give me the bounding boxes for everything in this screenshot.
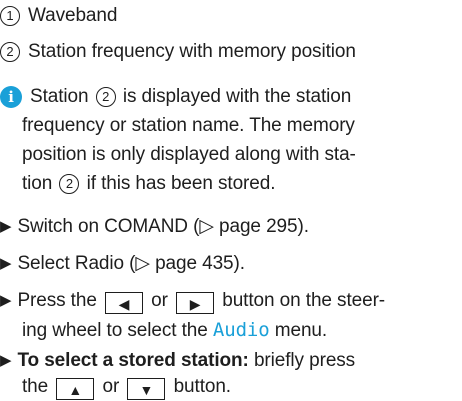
step-text: Switch on COMAND (▷ page 295). [17,216,309,237]
right-button-icon: ▶ [176,292,215,314]
legend-item-2: 2 Station frequency with memory position [0,38,356,66]
step-arrow-icon: ▶ [0,255,12,272]
step-stored-station: ▶ To select a stored station: briefly pre… [0,347,355,375]
note-line-4: tion 2 if this has been stored. [22,173,276,194]
note-line-3: position is only displayed along with st… [22,144,356,165]
up-button-icon: ▲ [56,378,95,400]
legend-text-2: Station frequency with memory position [28,41,356,62]
left-button-icon: ◀ [104,292,143,314]
down-button-icon: ▼ [127,378,166,400]
step-switch-on: ▶ Switch on COMAND (▷ page 295). [0,213,309,241]
marker-2-icon: 2 [59,174,80,194]
step-press-buttons: ▶ Press the ◀ or ▶ button on the steer- [0,287,385,315]
info-icon: i [0,86,22,108]
marker-2-icon: 2 [0,42,20,62]
step-press-buttons-line2: ing wheel to select the Audio menu. [22,319,328,341]
manual-page: 1 Waveband 2 Station frequency with memory… [0,0,462,400]
note-line-2: frequency or station name. The memory [22,115,355,136]
step-arrow-icon: ▶ [0,292,12,309]
audio-menu-label: Audio [212,319,270,341]
step-select-radio: ▶ Select Radio (▷ page 435). [0,250,245,278]
step-arrow-icon: ▶ [0,352,12,369]
marker-1-icon: 1 [0,6,20,26]
note-line-1: i Station 2 is displayed with the station [0,83,351,111]
step-stored-station-line2: the ▲ or ▼ button. [22,376,231,400]
marker-2-icon: 2 [95,87,116,107]
step-text: Select Radio (▷ page 435). [17,253,245,274]
step-arrow-icon: ▶ [0,218,12,235]
legend-item-1: 1 Waveband [0,2,117,30]
legend-text-1: Waveband [28,5,118,26]
